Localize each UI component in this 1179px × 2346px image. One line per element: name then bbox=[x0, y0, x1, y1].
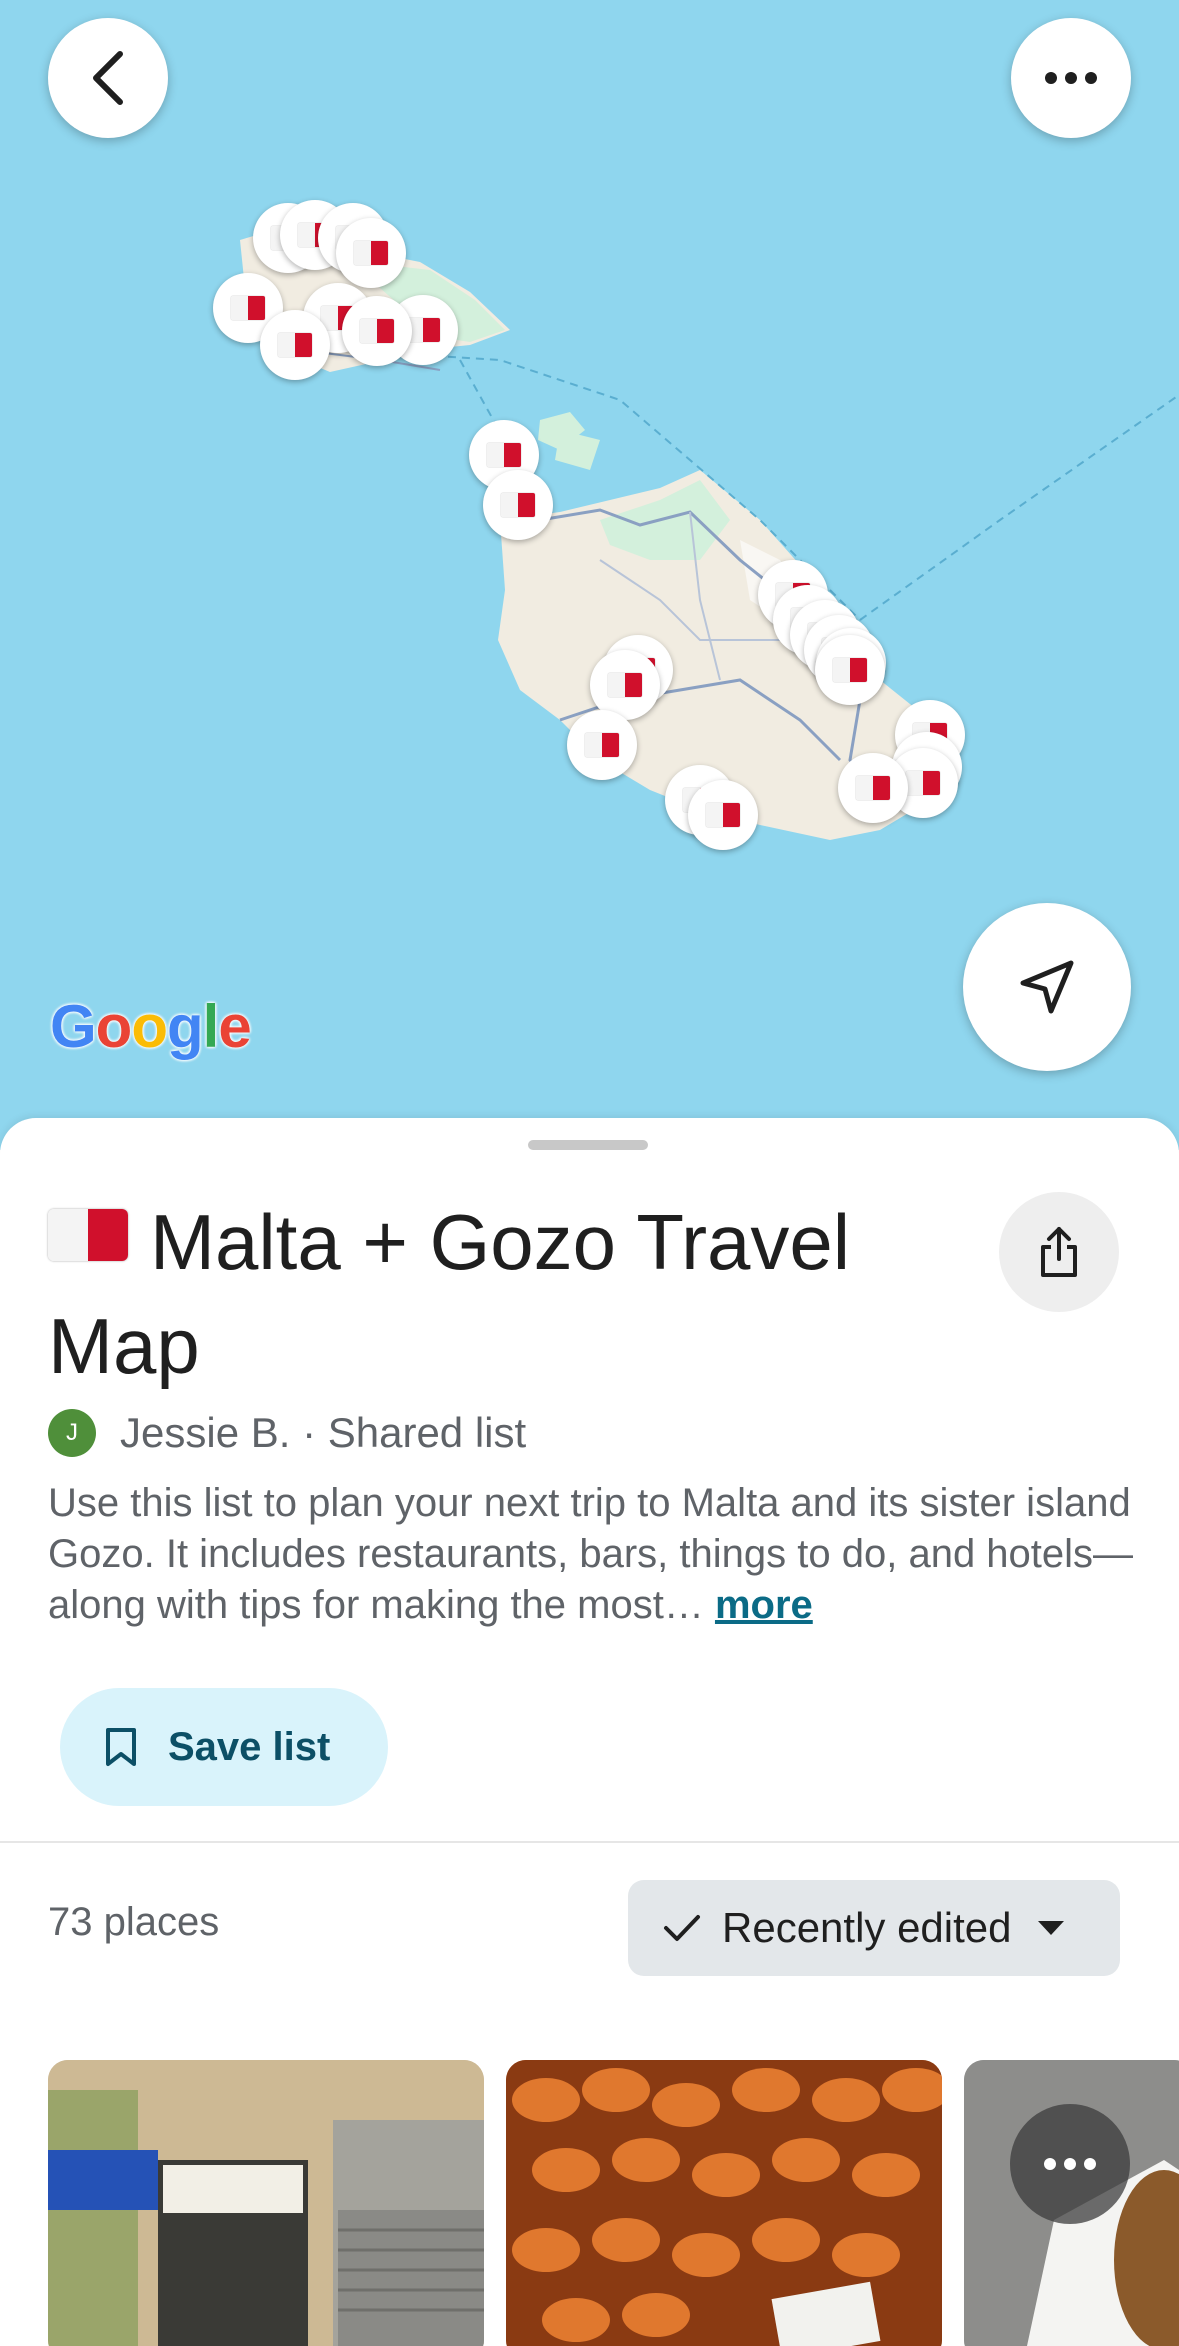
place-pin[interactable] bbox=[483, 470, 553, 540]
place-pin[interactable] bbox=[260, 310, 330, 380]
place-pin[interactable] bbox=[336, 218, 406, 288]
place-card-photo[interactable] bbox=[48, 2060, 484, 2346]
malta-flag-icon bbox=[354, 241, 388, 265]
divider bbox=[0, 1841, 1179, 1843]
sheet-drag-handle[interactable] bbox=[528, 1140, 648, 1150]
list-description: Use this list to plan your next trip to … bbox=[48, 1478, 1138, 1631]
avatar: J bbox=[48, 1409, 96, 1457]
bookmark-icon bbox=[106, 1728, 136, 1766]
more-link[interactable]: more bbox=[715, 1583, 813, 1627]
place-pin[interactable] bbox=[838, 753, 908, 823]
caret-down-icon bbox=[1037, 1921, 1064, 1935]
share-button[interactable] bbox=[999, 1192, 1119, 1312]
place-pin[interactable] bbox=[815, 635, 885, 705]
malta-flag-icon bbox=[278, 333, 312, 357]
back-button[interactable] bbox=[48, 18, 168, 138]
malta-flag-icon bbox=[501, 493, 535, 517]
navigation-arrow-icon bbox=[1020, 960, 1074, 1014]
owner-label: Jessie B. · Shared list bbox=[120, 1409, 527, 1456]
malta-flag-icon bbox=[585, 733, 619, 757]
place-card-photo[interactable] bbox=[506, 2060, 942, 2346]
malta-flag-icon bbox=[48, 1209, 128, 1261]
place-pin[interactable] bbox=[342, 296, 412, 366]
card-more-button[interactable] bbox=[1010, 2104, 1130, 2224]
malta-flag-icon bbox=[706, 803, 740, 827]
malta-flag-icon bbox=[487, 443, 521, 467]
list-details-sheet: Malta + Gozo Travel Map J Jessie B. · Sh… bbox=[0, 1118, 1179, 2346]
sort-dropdown[interactable]: Recently edited bbox=[628, 1880, 1120, 1976]
places-count: 73 places bbox=[48, 1900, 220, 1944]
chevron-left-icon bbox=[93, 51, 123, 105]
place-pin[interactable] bbox=[567, 710, 637, 780]
malta-flag-icon bbox=[906, 771, 940, 795]
ellipsis-icon bbox=[1044, 2158, 1096, 2170]
google-logo: Google bbox=[50, 993, 252, 1060]
ellipsis-icon bbox=[1045, 72, 1097, 84]
more-options-button[interactable] bbox=[1011, 18, 1131, 138]
malta-flag-icon bbox=[856, 776, 890, 800]
save-list-button[interactable]: Save list bbox=[60, 1688, 388, 1806]
malta-flag-icon bbox=[608, 673, 642, 697]
save-list-label: Save list bbox=[168, 1724, 331, 1769]
malta-flag-icon bbox=[360, 319, 394, 343]
malta-flag-icon bbox=[231, 296, 265, 320]
place-pin[interactable] bbox=[688, 780, 758, 850]
storefront-photo bbox=[48, 2060, 484, 2346]
pastries-photo bbox=[506, 2060, 942, 2346]
share-icon bbox=[1041, 1227, 1077, 1277]
checkmark-icon bbox=[664, 1915, 700, 1941]
malta-flag-icon bbox=[833, 658, 867, 682]
description-text: Use this list to plan your next trip to … bbox=[48, 1481, 1134, 1627]
list-title-text: Malta + Gozo Travel Map bbox=[48, 1198, 851, 1390]
sort-label: Recently edited bbox=[722, 1904, 1012, 1951]
my-location-button[interactable] bbox=[963, 903, 1131, 1071]
map-view[interactable]: Google bbox=[0, 0, 1179, 1150]
list-title: Malta + Gozo Travel Map bbox=[48, 1190, 968, 1398]
list-owner[interactable]: J Jessie B. · Shared list bbox=[48, 1408, 526, 1458]
